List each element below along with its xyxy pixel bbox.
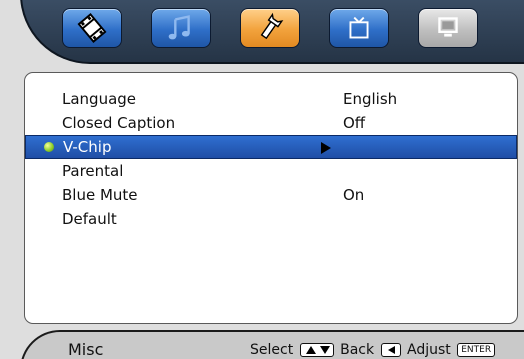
menu-item-label: Closed Caption <box>62 114 176 132</box>
tab-pc[interactable] <box>418 8 478 48</box>
enter-key-icon: ENTER <box>457 343 496 357</box>
monitor-icon <box>438 17 458 37</box>
menu-title: Misc <box>68 340 104 359</box>
category-tab-bar <box>20 0 524 64</box>
menu-item-value: On <box>343 186 365 204</box>
menu-item-closed-caption[interactable]: Closed Caption Off <box>25 111 517 135</box>
settings-panel: Language English Closed Caption Off V-Ch… <box>24 72 518 324</box>
up-down-key-icon <box>299 343 334 357</box>
wrench-icon <box>260 12 284 40</box>
tab-misc[interactable] <box>240 8 300 48</box>
selection-bullet-icon <box>44 142 54 152</box>
left-key-icon <box>380 343 401 357</box>
osd-menu: Language English Closed Caption Off V-Ch… <box>0 0 524 359</box>
submenu-arrow-icon <box>321 142 331 154</box>
film-icon <box>77 13 107 43</box>
menu-item-language[interactable]: Language English <box>25 87 517 111</box>
footer-bar: Misc Select Back Adjust ENTER <box>20 330 524 359</box>
menu-item-label: Language <box>62 90 137 108</box>
menu-item-label: Parental <box>62 162 124 180</box>
menu-item-label: V-Chip <box>63 138 112 156</box>
tab-channel[interactable] <box>329 8 389 48</box>
menu-item-value: Off <box>343 114 366 132</box>
menu-item-label: Blue Mute <box>62 186 138 204</box>
menu-item-value: English <box>343 90 398 108</box>
tab-sound[interactable] <box>151 8 211 48</box>
tab-picture[interactable] <box>62 8 122 48</box>
menu-item-parental[interactable]: Parental <box>25 159 517 183</box>
back-label: Back <box>340 342 375 358</box>
menu-item-blue-mute[interactable]: Blue Mute On <box>25 183 517 207</box>
music-note-icon <box>168 15 190 40</box>
key-help: Select Back Adjust ENTER <box>250 342 497 358</box>
menu-item-default[interactable]: Default <box>25 207 517 231</box>
tv-icon <box>349 16 369 39</box>
menu-item-v-chip[interactable]: V-Chip <box>25 135 517 159</box>
adjust-label: Adjust <box>407 342 451 358</box>
menu-item-label: Default <box>62 210 117 228</box>
select-label: Select <box>250 342 294 358</box>
